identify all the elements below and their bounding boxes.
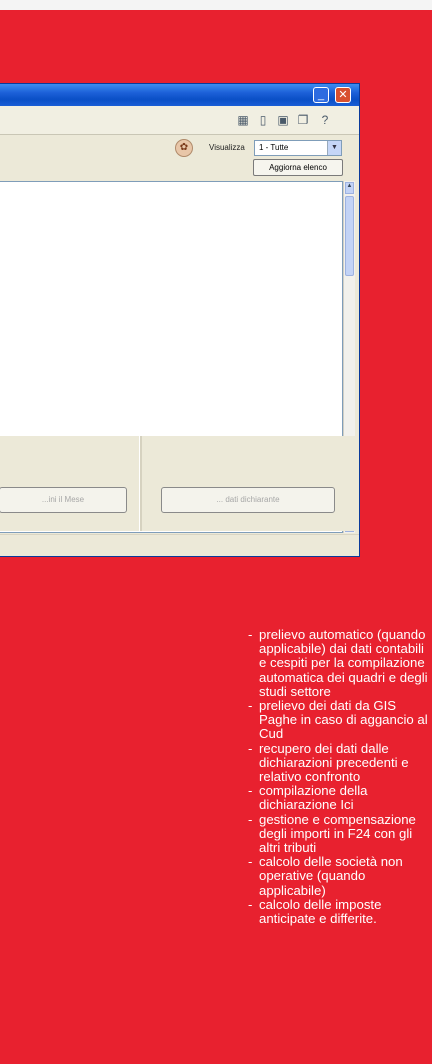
status-bar <box>0 534 359 556</box>
close-button[interactable]: ✕ <box>335 87 351 103</box>
filter-select[interactable]: 1 - Tutte ▼ <box>254 140 342 156</box>
filter-icon[interactable]: ✿ <box>175 139 193 157</box>
month-button[interactable]: ...ini il Mese <box>0 487 127 513</box>
chevron-down-icon[interactable]: ▼ <box>327 141 341 155</box>
filter-bar: ✿ Visualizza 1 - Tutte ▼ Aggiorna elenco <box>0 135 359 179</box>
copy-icon[interactable]: ❐ <box>295 112 311 128</box>
filter-select-value: 1 - Tutte <box>259 143 289 152</box>
application-window: _ ✕ ▦ ▯ ▣ ❐ ? ✿ Visualizza 1 - Tutte ▼ A… <box>0 83 360 557</box>
panel-separator <box>139 436 142 531</box>
toolbar: ▦ ▯ ▣ ❐ ? <box>0 106 359 135</box>
top-band <box>0 0 432 10</box>
feature-item: recupero dei dati dalle dichiarazioni pr… <box>248 741 428 785</box>
minimize-button[interactable]: _ <box>313 87 329 103</box>
feature-item: compilazione della dichiarazione Ici <box>248 784 428 813</box>
help-icon[interactable]: ? <box>317 112 333 128</box>
feature-item: calcolo delle società non operative (qua… <box>248 855 428 898</box>
grid-icon[interactable]: ▦ <box>235 112 251 128</box>
action-panel <box>0 436 359 531</box>
feature-item: calcolo delle imposte anticipate e diffe… <box>248 897 428 926</box>
feature-item: prelievo dei dati da GIS Paghe in caso d… <box>248 698 428 742</box>
refresh-list-button[interactable]: Aggiorna elenco <box>253 159 343 176</box>
document-icon[interactable]: ▯ <box>255 112 271 128</box>
scroll-up-icon[interactable]: ▲ <box>345 182 354 194</box>
feature-item: prelievo automatico (quando applicabile)… <box>248 627 428 699</box>
scroll-thumb[interactable] <box>345 196 354 276</box>
declarant-data-button[interactable]: ... dati dichiarante <box>161 487 335 513</box>
feature-list: prelievo automatico (quando applicabile)… <box>248 627 428 926</box>
feature-item: gestione e compensazione degli importi i… <box>248 812 428 856</box>
visualizza-label: Visualizza <box>209 143 245 152</box>
print-icon[interactable]: ▣ <box>275 112 291 128</box>
title-bar: _ ✕ <box>0 84 359 106</box>
